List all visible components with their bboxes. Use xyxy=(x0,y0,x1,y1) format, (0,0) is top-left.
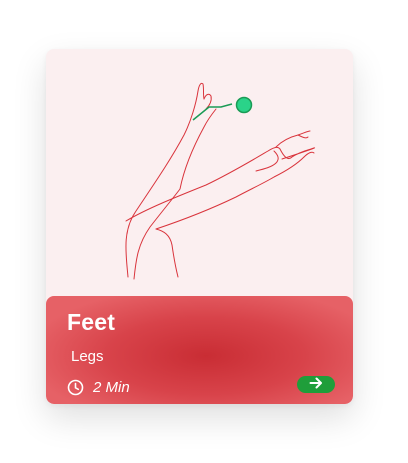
duration-row: 2 Min xyxy=(67,378,130,396)
marker-dot xyxy=(235,96,253,114)
duration-label: 2 Min xyxy=(93,378,130,396)
arrow-right-icon xyxy=(309,376,323,394)
exercise-card[interactable]: Feet Legs 2 Min xyxy=(46,49,353,404)
legs-line-art xyxy=(125,82,316,280)
start-exercise-button[interactable] xyxy=(297,376,335,393)
card-info-panel: Feet Legs 2 Min xyxy=(46,296,353,404)
card-title: Feet xyxy=(67,309,116,335)
clock-icon xyxy=(67,379,84,396)
legs-illustration xyxy=(46,49,353,297)
card-category: Legs xyxy=(71,348,104,365)
